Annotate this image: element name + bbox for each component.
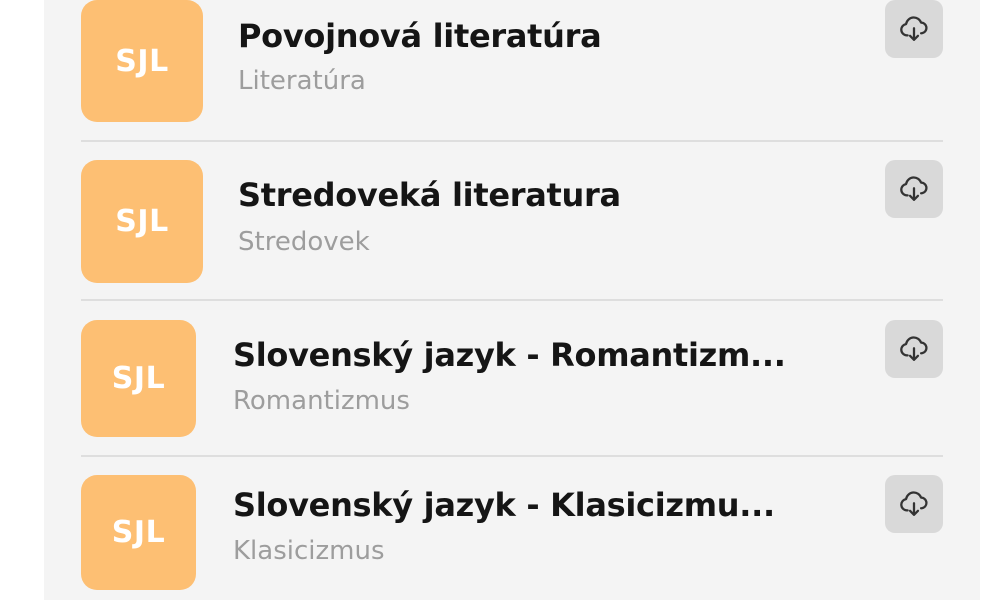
item-subtitle: Romantizmus — [233, 386, 410, 416]
item-title: Povojnová literatúra — [238, 17, 602, 55]
download-button[interactable] — [885, 320, 943, 378]
item-title: Slovenský jazyk - Romantizm... — [233, 336, 786, 374]
subject-badge: SJL — [81, 0, 203, 122]
download-button[interactable] — [885, 160, 943, 218]
list-item[interactable]: SJL Slovenský jazyk - Klasicizmu... Klas… — [81, 456, 943, 600]
download-button[interactable] — [885, 475, 943, 533]
download-button[interactable] — [885, 0, 943, 58]
cloud-download-icon — [900, 336, 928, 361]
list-item[interactable]: SJL Stredoveká literatura Stredovek — [81, 141, 943, 300]
subject-badge: SJL — [81, 320, 196, 437]
cloud-download-icon — [900, 16, 928, 41]
item-subtitle: Klasicizmus — [233, 536, 385, 566]
item-subtitle: Literatúra — [238, 66, 366, 96]
subject-badge: SJL — [81, 160, 203, 283]
item-title: Stredoveká literatura — [238, 176, 621, 214]
cloud-download-icon — [900, 491, 928, 516]
cloud-download-icon — [900, 176, 928, 201]
list-item[interactable]: SJL Slovenský jazyk - Romantizm... Roman… — [81, 300, 943, 456]
item-title: Slovenský jazyk - Klasicizmu... — [233, 486, 775, 524]
course-list: SJL Povojnová literatúra Literatúra SJL … — [44, 0, 980, 600]
list-item[interactable]: SJL Povojnová literatúra Literatúra — [81, 0, 943, 141]
subject-badge: SJL — [81, 475, 196, 590]
item-subtitle: Stredovek — [238, 227, 370, 257]
